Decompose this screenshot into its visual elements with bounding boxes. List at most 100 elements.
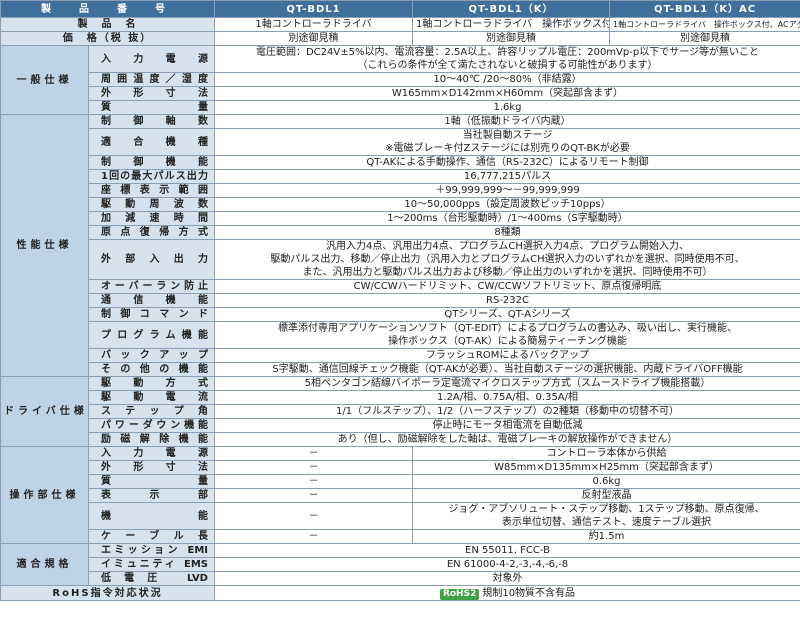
product-name-value: 1軸コントローラドライバ [214, 17, 413, 32]
spec-label: 質量 [88, 100, 215, 115]
spec-label: 表示部 [88, 488, 215, 503]
spec-row: オーバーラン防止 CW/CCWハードリミット、CW/CCWソフトリミット、原点復帰… [1, 279, 800, 294]
general-category-label: 一般仕様 [0, 45, 89, 115]
spec-value: コントローラ本体から供給 [412, 446, 800, 461]
spec-value: 汎用入力4点、汎用出力4点、プログラムCH選択入力4点、プログラム開始入力、駆動… [214, 239, 800, 280]
cell-line: 1.2A/相、0.75A/相、0.35A/相 [436, 392, 579, 403]
spec-value: W165mm×D142mm×H60mm（突起部含まず） [214, 86, 800, 101]
product-name-value: 1軸コントローラドライバ 操作ボックス付、ACアダプタ付 [609, 17, 800, 32]
spec-label: その他の機能 [88, 362, 215, 377]
spec-label: プログラム機能 [88, 321, 215, 349]
rohs-label: RoHS指令対応状況 [0, 585, 215, 601]
spec-row: プログラム機能 標準添付専用アプリケーションソフト（QT-EDIT）によるプログラ… [1, 321, 800, 349]
spec-label: 機能 [88, 502, 215, 530]
spec-label: オーバーラン防止 [88, 279, 215, 294]
product-name-value: 1軸コントローラドライバ 操作ボックス付 [412, 17, 610, 32]
spec-row: バックアップ フラッシュROMによるバックアップ [1, 348, 800, 363]
spec-label: パワーダウン機能 [88, 418, 215, 433]
spec-row: 座標表示範囲 ＋99,999,999～－99,999,999 [1, 183, 800, 198]
spec-label: 質量 [88, 474, 215, 489]
spec-value: 8種類 [214, 225, 800, 240]
header-row: 製 品 番 号 QT-BDL1 QT-BDL1（K） QT-BDL1（K）AC [0, 0, 800, 18]
spec-label: ケーブル長 [88, 529, 215, 544]
spec-label: 原点復帰方式 [88, 225, 215, 240]
cell-line: 0.6kg [592, 476, 621, 487]
cell-line: 表示単位切替、通信テスト、速度テーブル選択 [501, 517, 712, 528]
cell-line: 反射型液晶 [581, 490, 632, 501]
spec-label: 外形寸法 [88, 460, 215, 475]
spec-value: 1.6kg [214, 100, 800, 115]
spec-value: W85mm×D135mm×H25mm（突起部含まず） [412, 460, 800, 475]
spec-table: 製 品 番 号 QT-BDL1 QT-BDL1（K） QT-BDL1（K）AC 製 品 … [0, 0, 800, 601]
cell-line: S字駆動、通信回線チェック機能（QT-AKが必要）、当社自動ステージの選択機能、… [272, 364, 743, 375]
cell-line: 1～200ms（台形駆動時）/1～400ms（S字駆動時） [387, 213, 628, 224]
spec-row: 制御コマンド QTシリーズ、QT-Aシリーズ [1, 307, 800, 322]
spec-label: 制御機能 [88, 155, 215, 170]
cell-line: 汎用入力4点、汎用出力4点、プログラムCH選択入力4点、プログラム開始入力、 [326, 241, 689, 252]
cell-line: 5相ペンタゴン結線バイポーラ定電流マイクロステップ方式（スムースドライブ機能搭載… [304, 378, 711, 389]
spec-label: 制御軸数 [88, 114, 215, 129]
spec-value: QTシリーズ、QT-Aシリーズ [214, 307, 800, 322]
cell-line: また、汎用出力と駆動パルス出力および移動／停止出力のいずれかを選択、同時使用不可… [302, 267, 713, 278]
spec-row: 性能仕様 制御軸数 1軸（低振動ドライバ内蔵） [0, 114, 800, 377]
spec-row: 1回の最大パルス出力 16,777,215パルス [1, 169, 800, 184]
spec-value: 電圧範囲：DC24V±5%以内、電流容量：2.5A以上、許容リップル電圧：200… [214, 45, 800, 73]
spec-value: 1～200ms（台形駆動時）/1～400ms（S字駆動時） [214, 211, 800, 226]
cell-line: （これらの条件が全て満たされないと破損する可能性があります） [357, 60, 658, 71]
spec-label: 1回の最大パルス出力 [88, 169, 215, 184]
rohs-row: RoHS指令対応状況 RoHS2 規制10物質不含有品 [0, 585, 800, 601]
spec-row: 外形寸法 W165mm×D142mm×H60mm（突起部含まず） [1, 86, 800, 101]
spec-value-na: － [214, 446, 413, 461]
spec-value: 標準添付専用アプリケーションソフト（QT-EDIT）によるプログラムの書込み、吸… [214, 321, 800, 349]
spec-row: 質量 1.6kg [1, 100, 800, 115]
performance-category-label: 性能仕様 [0, 114, 89, 377]
spec-label: 外形寸法 [88, 86, 215, 101]
spec-label: 入力電源 [88, 446, 215, 461]
spec-value: S字駆動、通信回線チェック機能（QT-AKが必要）、当社自動ステージの選択機能、… [214, 362, 800, 377]
spec-row: 質量－ 0.6kg [1, 474, 800, 489]
spec-value: 1軸（低振動ドライバ内蔵） [214, 114, 800, 129]
spec-row: 周囲温度／湿度 10～40℃ /20～80%（非結露） [1, 72, 800, 87]
cell-line: EN 61000-4-2,-3,-4,-6,-8 [446, 559, 569, 570]
spec-label: 制御コマンド [88, 307, 215, 322]
spec-row: イミュニティ EMS EN 61000-4-2,-3,-4,-6,-8 [1, 557, 800, 572]
price-value: 別途御見積 [412, 31, 610, 46]
spec-value: 16,777,215パルス [214, 169, 800, 184]
cell-line: 駆動パルス出力、移動／停止出力（汎用入力とプログラムCH選択入力のいずれかを選択… [270, 254, 745, 265]
cell-line: 1/1（フルステップ）、1/2（ハーフステップ）の2種類（移動中の切替不可） [336, 406, 679, 417]
spec-row: 加減速時間 1～200ms（台形駆動時）/1～400ms（S字駆動時） [1, 211, 800, 226]
cell-line: ＋99,999,999～－99,999,999 [435, 185, 580, 196]
spec-value-na: － [214, 474, 413, 489]
product-name-label: 製 品 名 [0, 17, 215, 32]
cell-line: 10～50,000pps（設定周波数ピッチ10pps） [404, 199, 611, 210]
spec-value: 対象外 [214, 571, 800, 586]
spec-row: 適合規格 エミッション EMI EN 55011, FCC-B [0, 543, 800, 586]
spec-value: EN 61000-4-2,-3,-4,-6,-8 [214, 557, 800, 572]
spec-value-na: － [214, 460, 413, 475]
spec-value: 停止時にモータ相電流を自動低減 [214, 418, 800, 433]
spec-label: ステップ角 [88, 404, 215, 419]
spec-value: 1.2A/相、0.75A/相、0.35A/相 [214, 390, 800, 405]
rohs-value: RoHS2 規制10物質不含有品 [214, 585, 800, 601]
model-number-header: 製 品 番 号 [0, 0, 215, 18]
spec-label: 駆動方式 [88, 376, 215, 391]
spec-row: パワーダウン機能 停止時にモータ相電流を自動低減 [1, 418, 800, 433]
spec-label: 周囲温度／湿度 [88, 72, 215, 87]
driver-category-label: ドライバ仕様 [0, 376, 89, 447]
spec-value: EN 55011, FCC-B [214, 543, 800, 558]
cell-line: QTシリーズ、QT-Aシリーズ [444, 309, 571, 320]
cell-line: W165mm×D142mm×H60mm（突起部含まず） [391, 88, 624, 99]
cell-line: 電圧範囲：DC24V±5%以内、電流容量：2.5A以上、許容リップル電圧：200… [255, 47, 759, 58]
product-name-row: 製 品 名 1軸コントローラドライバ 1軸コントローラドライバ 操作ボックス付 1軸コ… [0, 17, 800, 32]
cell-line: 10～40℃ /20～80%（非結露） [433, 74, 582, 85]
spec-value: 約1.5m [412, 529, 800, 544]
cell-line: QT-AKによる手動操作、通信（RS-232C）によるリモート制御 [366, 157, 649, 168]
cell-line: 1軸（低振動ドライバ内蔵） [444, 116, 571, 127]
cell-line: 8種類 [494, 227, 521, 238]
spec-value-na: － [214, 529, 413, 544]
model-column-header: QT-BDL1（K） [412, 0, 610, 18]
spec-value: あり（但し、励磁解除をした軸は、電磁ブレーキの解放操作ができません） [214, 432, 800, 447]
spec-row: 通信機能 RS-232C [1, 293, 800, 308]
cell-line: 約1.5m [588, 531, 625, 542]
spec-label: 励磁解除機能 [88, 432, 215, 447]
